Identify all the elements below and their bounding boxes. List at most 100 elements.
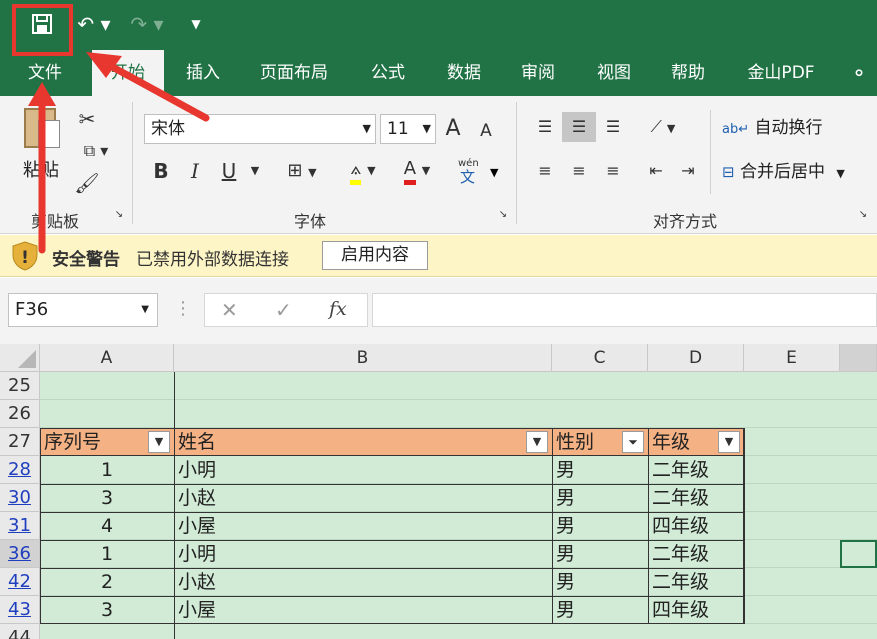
table-header-cell[interactable]: 序列号 (44, 428, 144, 456)
row-header[interactable]: 30 (0, 484, 40, 512)
row-header[interactable]: 31 (0, 512, 40, 540)
row-header[interactable]: 25 (0, 372, 40, 400)
table-cell[interactable]: 四年级 (652, 512, 742, 540)
redo-button[interactable]: ↷ ▾ (124, 8, 170, 40)
align-middle-icon[interactable]: ☰ (562, 112, 596, 142)
enter-icon[interactable]: ✓ (275, 298, 292, 322)
tab-file[interactable]: 文件 (14, 50, 76, 96)
formula-input[interactable] (372, 293, 877, 327)
table-cell[interactable]: 男 (556, 484, 646, 512)
wrap-text-button[interactable]: ab↵ 自动换行 (722, 114, 832, 142)
table-cell[interactable]: 男 (556, 596, 646, 624)
lightbulb-icon[interactable]: ⚬ (844, 50, 874, 96)
table-cell[interactable]: 男 (556, 540, 646, 568)
row-header[interactable]: 27 (0, 428, 40, 456)
column-header-c[interactable]: C (552, 344, 648, 372)
column-header-d[interactable]: D (648, 344, 744, 372)
table-cell[interactable]: 小屋 (178, 596, 548, 624)
column-header-f[interactable] (840, 344, 877, 372)
selected-cell[interactable] (840, 540, 877, 568)
tab-page-layout[interactable]: 页面布局 (250, 50, 338, 96)
paste-button[interactable]: 粘贴 (14, 102, 68, 182)
copy-icon[interactable]: ⧉ ▾ (74, 136, 118, 166)
more-icon[interactable]: ⋮ (174, 298, 192, 319)
insert-function-icon[interactable]: fx (329, 298, 347, 320)
table-cell[interactable]: 小明 (178, 456, 548, 484)
tab-insert[interactable]: 插入 (172, 50, 234, 96)
font-size-select[interactable]: 11 ▼ (380, 114, 436, 144)
orientation-icon[interactable]: ⟋ ▼ (642, 112, 684, 144)
table-header-cell[interactable]: 性别 (556, 428, 620, 456)
row-header[interactable]: 42 (0, 568, 40, 596)
tab-kingsoft-pdf[interactable]: 金山PDF (736, 50, 826, 96)
filter-dropdown-icon[interactable]: ▼ (148, 431, 170, 453)
tab-review[interactable]: 审阅 (510, 50, 566, 96)
bold-button[interactable]: B (148, 156, 174, 186)
table-cell[interactable]: 3 (40, 484, 174, 512)
dialog-launcher-icon[interactable]: ↘ (112, 208, 126, 222)
row-header[interactable]: 36 (0, 540, 40, 568)
tab-formulas[interactable]: 公式 (360, 50, 416, 96)
filter-dropdown-icon[interactable]: ▼ (526, 431, 548, 453)
customize-quick-access-button[interactable]: ▼ (186, 8, 206, 40)
enable-content-button[interactable]: 启用内容 (322, 241, 428, 270)
tab-data[interactable]: 数据 (436, 50, 492, 96)
table-cell[interactable]: 小赵 (178, 568, 548, 596)
chevron-down-icon[interactable]: ▼ (246, 156, 264, 186)
table-cell[interactable]: 男 (556, 512, 646, 540)
align-top-icon[interactable]: ☰ (530, 112, 560, 142)
row-header[interactable]: 26 (0, 400, 40, 428)
row-header[interactable]: 28 (0, 456, 40, 484)
dialog-launcher-icon[interactable]: ↘ (856, 208, 870, 222)
select-all-corner[interactable] (0, 344, 40, 372)
filter-dropdown-icon[interactable]: ▼ (718, 431, 740, 453)
shrink-font-button[interactable]: A (474, 116, 498, 146)
align-center-icon[interactable]: ≡ (564, 156, 594, 186)
table-cell[interactable]: 四年级 (652, 596, 742, 624)
table-cell[interactable]: 小明 (178, 540, 548, 568)
column-header-a[interactable]: A (40, 344, 174, 372)
table-cell[interactable]: 男 (556, 456, 646, 484)
name-box[interactable]: F36 ▼ (8, 293, 158, 327)
font-color-icon[interactable]: A ▼ (392, 154, 442, 186)
cut-icon[interactable]: ✂ (74, 104, 100, 134)
table-cell[interactable]: 1 (40, 456, 174, 484)
table-header-cell[interactable]: 年级 (652, 428, 716, 456)
grow-font-button[interactable]: A (440, 114, 466, 144)
increase-indent-icon[interactable]: ⇥ (674, 156, 702, 186)
filter-applied-icon[interactable]: ⏷ (622, 431, 644, 453)
table-cell[interactable]: 2 (40, 568, 174, 596)
decrease-indent-icon[interactable]: ⇤ (642, 156, 670, 186)
cancel-icon[interactable]: ✕ (221, 298, 238, 322)
table-cell[interactable]: 4 (40, 512, 174, 540)
phonetic-button[interactable]: wén 文 ▼ (454, 158, 504, 188)
align-left-icon[interactable]: ≡ (530, 156, 560, 186)
table-cell[interactable]: 二年级 (652, 540, 742, 568)
column-header-b[interactable]: B (174, 344, 552, 372)
tab-home[interactable]: 开始 (92, 50, 164, 96)
row-header[interactable]: 43 (0, 596, 40, 624)
undo-button[interactable]: ↶ ▾ (74, 8, 114, 40)
table-cell[interactable]: 3 (40, 596, 174, 624)
row-header[interactable]: 44 (0, 624, 40, 639)
align-bottom-icon[interactable]: ☰ (598, 112, 628, 142)
table-cell[interactable]: 二年级 (652, 484, 742, 512)
column-header-e[interactable]: E (744, 344, 840, 372)
table-cell[interactable]: 男 (556, 568, 646, 596)
fill-color-icon[interactable]: ⟑ ▼ (338, 154, 388, 186)
italic-button[interactable]: I (182, 156, 208, 186)
underline-button[interactable]: U (216, 156, 242, 186)
table-cell[interactable]: 小赵 (178, 484, 548, 512)
table-header-cell[interactable]: 姓名 (178, 428, 518, 456)
font-name-select[interactable]: 宋体 ▼ (144, 114, 376, 144)
merge-center-button[interactable]: ⊟ 合并后居中 ▼ (722, 158, 862, 186)
tab-help[interactable]: 帮助 (660, 50, 716, 96)
table-cell[interactable]: 小屋 (178, 512, 548, 540)
table-cell[interactable]: 1 (40, 540, 174, 568)
borders-icon[interactable]: ⊞ ▼ (278, 156, 326, 188)
tab-view[interactable]: 视图 (586, 50, 642, 96)
table-cell[interactable]: 二年级 (652, 568, 742, 596)
format-painter-icon[interactable]: 🖌 (74, 168, 100, 198)
align-right-icon[interactable]: ≡ (598, 156, 628, 186)
table-cell[interactable]: 二年级 (652, 456, 742, 484)
